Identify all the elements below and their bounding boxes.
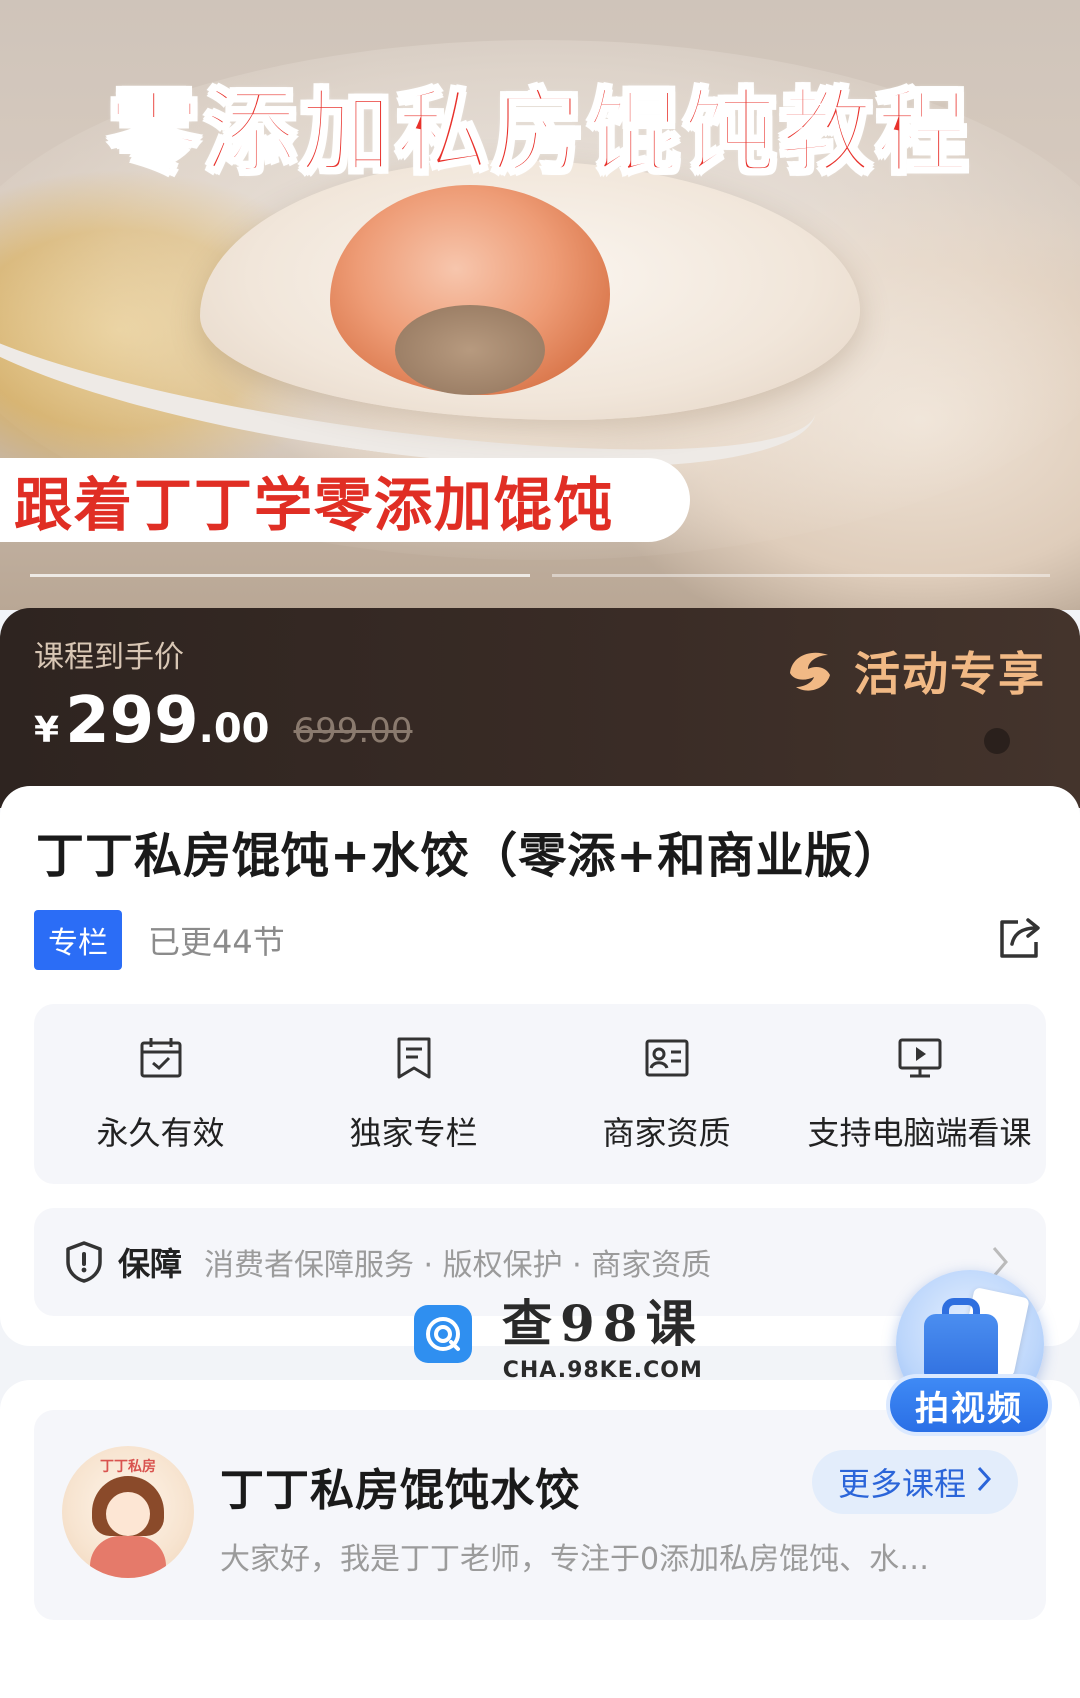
more-courses-label: 更多课程	[837, 1465, 966, 1503]
price-decimal: .00	[198, 706, 270, 752]
feature-label: 永久有效	[96, 1114, 225, 1152]
activity-text: 活动专享	[854, 647, 1046, 701]
shield-icon	[64, 1240, 104, 1284]
feature-label: 独家专栏	[349, 1114, 478, 1152]
price-integer: 299	[65, 684, 199, 758]
feature-box: 永久有效 独家专栏 商家资质 支持电脑端看课	[34, 1004, 1046, 1184]
shoot-video-label: 拍视频	[886, 1374, 1052, 1436]
more-courses-button[interactable]: 更多课程	[811, 1450, 1018, 1514]
flame-logo-icon	[782, 643, 838, 699]
price-label: 课程到手价	[34, 640, 184, 675]
feature-exclusive: 独家专栏	[289, 1034, 539, 1154]
calendar-check-icon	[137, 1034, 185, 1082]
teacher-name: 丁丁私房馄饨水饺	[220, 1465, 580, 1516]
hero-subtitle: 跟着丁丁学零添加馄饨	[14, 471, 615, 539]
course-title: 丁丁私房馄饨+水饺（零添+和商业版）	[36, 828, 903, 884]
page: 零添加私房馄饨教程 跟着丁丁学零添加馄饨 课程到手价 ¥ 299 .00 699…	[0, 0, 1080, 1698]
column-badge: 专栏	[34, 910, 122, 970]
activity-badge: 活动专享	[782, 638, 1046, 704]
teacher-card[interactable]: 丁丁私房 丁丁私房馄饨水饺 更多课程 大家好，我是丁丁老师，专注于0添加私房馄饨…	[34, 1410, 1046, 1620]
feature-label: 支持电脑端看课	[807, 1114, 1032, 1152]
guarantee-items: 消费者保障服务 · 版权保护 · 商家资质	[204, 1248, 712, 1283]
carousel-indicator-1[interactable]	[30, 574, 530, 577]
avatar[interactable]: 丁丁私房	[62, 1446, 194, 1578]
feature-qualification: 商家资质	[542, 1034, 792, 1154]
teacher-description: 大家好，我是丁丁老师，专注于0添加私房馄饨、水…	[220, 1542, 930, 1577]
bookmark-icon	[390, 1034, 438, 1082]
avatar-banner: 丁丁私房	[100, 1459, 156, 1475]
decorative-dot	[984, 728, 1010, 754]
id-card-icon	[643, 1034, 691, 1082]
chevron-right-icon	[976, 1463, 992, 1501]
feature-label: 商家资质	[602, 1114, 731, 1152]
monitor-play-icon	[896, 1034, 944, 1082]
update-count: 已更44节	[148, 923, 285, 961]
feature-pc-support: 支持电脑端看课	[795, 1034, 1045, 1154]
share-icon[interactable]	[996, 914, 1046, 962]
avatar-body	[90, 1536, 166, 1578]
watermark-logo-icon	[414, 1304, 472, 1363]
watermark-title: 查98课	[502, 1294, 704, 1353]
shoot-video-button[interactable]: 拍视频	[886, 1270, 1052, 1440]
price-currency: ¥	[34, 710, 60, 751]
course-info-card: 丁丁私房馄饨+水饺（零添+和商业版） 专栏 已更44节 永久有效 独家专栏 商家…	[0, 786, 1080, 1346]
avatar-face	[106, 1492, 150, 1536]
hero-banner[interactable]: 零添加私房馄饨教程 跟着丁丁学零添加馄饨	[0, 0, 1080, 610]
watermark-text: 查98课 CHA.98KE.COM	[502, 1284, 704, 1383]
price-bar: 课程到手价 ¥ 299 .00 699.00 活动专享	[0, 608, 1080, 808]
original-price: 699.00	[293, 711, 413, 751]
watermark: 查98课 CHA.98KE.COM	[414, 1284, 704, 1383]
guarantee-title: 保障	[118, 1245, 183, 1283]
price-row: ¥ 299 .00 699.00	[34, 684, 412, 758]
feature-permanent: 永久有效	[36, 1034, 286, 1154]
hero-title: 零添加私房馄饨教程	[106, 78, 972, 188]
tag-row: 专栏 已更44节	[34, 910, 285, 970]
filling-image	[395, 305, 545, 395]
hero-subtitle-banner: 跟着丁丁学零添加馄饨	[0, 458, 690, 542]
carousel-indicator-2[interactable]	[552, 574, 1050, 577]
